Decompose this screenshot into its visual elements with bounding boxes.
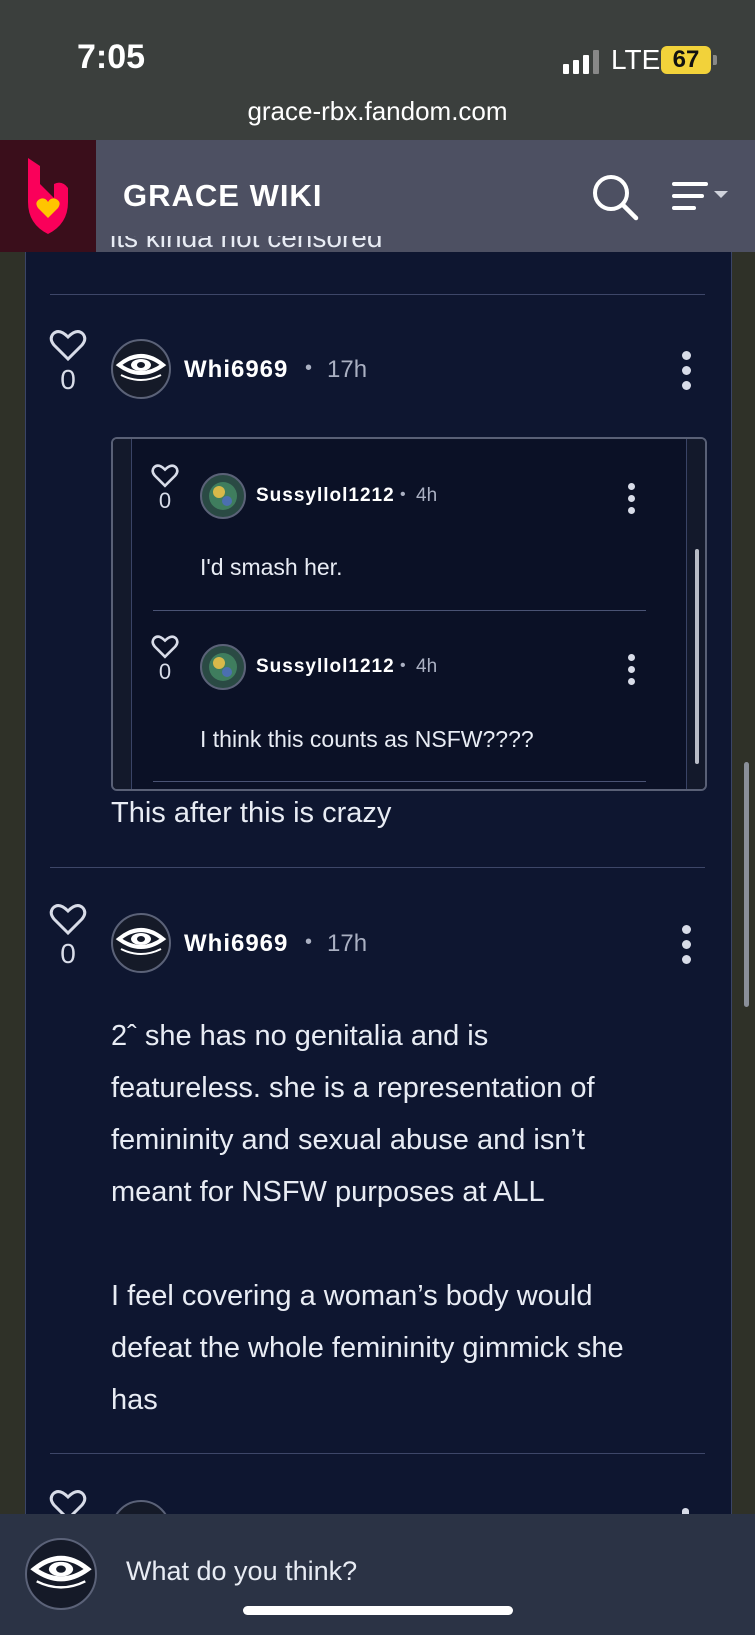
comment-text-line (111, 1218, 711, 1270)
comment-text-line: defeat the whole femininity gimmick she (111, 1332, 624, 1364)
comment-username[interactable]: Whi6969 (184, 930, 288, 958)
menu-icon (672, 182, 728, 210)
fandom-logo-button[interactable] (0, 140, 96, 252)
heart-icon (49, 330, 87, 362)
heart-icon (151, 464, 179, 488)
reply-time: 4h (416, 485, 438, 506)
fandom-logo-icon (28, 158, 68, 234)
signal-icon (563, 50, 599, 74)
kebab-dot (627, 654, 635, 661)
page-background (730, 252, 755, 1514)
avatar-eye-icon (30, 1555, 92, 1589)
kebab-dot (627, 678, 635, 685)
avatar-eye-icon (115, 354, 167, 381)
avatar-eye-icon (115, 928, 167, 955)
kebab-dot (627, 507, 635, 514)
comment-text-line: I feel covering a woman’s body would (111, 1280, 593, 1312)
comment-text-line: has (111, 1384, 158, 1416)
avatar[interactable] (111, 1500, 167, 1514)
comment-username[interactable]: Whi6969 (184, 356, 288, 384)
like-button: 0 (150, 463, 180, 514)
avatar-globe-icon (209, 653, 237, 681)
separator-dot: • (305, 931, 313, 953)
like-count: 0 (60, 938, 76, 969)
comment-divider (50, 294, 705, 295)
kebab-icon (681, 940, 691, 949)
embed-border (113, 439, 132, 789)
search-button[interactable] (590, 172, 640, 222)
comment-text: This after this is crazy (111, 797, 392, 829)
reply-text: I think this counts as NSFW???? (200, 726, 534, 752)
like-button: 0 (150, 634, 180, 685)
kebab-icon (681, 925, 691, 934)
comment-composer[interactable]: What do you think? (0, 1514, 755, 1635)
heart-icon (151, 635, 179, 659)
avatar (200, 644, 246, 690)
comment-options-button[interactable] (679, 925, 693, 964)
home-indicator[interactable] (243, 1606, 513, 1615)
kebab-icon (624, 483, 638, 514)
reply-username: Sussyllol1212 (256, 656, 395, 677)
reply-divider (153, 610, 646, 611)
reply-text: I'd smash her. (200, 554, 343, 580)
heart-icon[interactable] (49, 1488, 87, 1514)
menu-button[interactable] (670, 178, 740, 218)
reply-time: 4h (416, 656, 438, 677)
like-button[interactable]: 0 (48, 902, 88, 970)
avatar (25, 1538, 97, 1610)
avatar[interactable] (111, 339, 171, 399)
battery-icon: 67 (661, 46, 717, 74)
kebab-dot (627, 483, 635, 490)
status-bar: 7:05 LTE 67 grace-rbx.fandom.com (0, 0, 755, 140)
network-label: LTE (611, 44, 661, 75)
comment-options-button[interactable] (679, 351, 693, 390)
avatar-globe-icon (209, 482, 237, 510)
heart-icon (49, 904, 87, 936)
kebab-icon (624, 654, 638, 685)
avatar (200, 473, 246, 519)
embed-scrollbar (695, 549, 699, 764)
like-count: 0 (158, 488, 172, 513)
status-time: 7:05 (77, 38, 146, 76)
browser-url[interactable]: grace-rbx.fandom.com (0, 96, 755, 127)
site-header: GRACE WIKI (0, 140, 755, 252)
comment-text: 2ˆ she has no genitalia and is featurele… (111, 1010, 711, 1426)
reply-username: Sussyllol1212 (256, 485, 395, 506)
kebab-dot (627, 495, 635, 502)
kebab-icon (681, 351, 691, 360)
comment-input[interactable]: What do you think? (126, 1556, 357, 1587)
search-icon (593, 175, 639, 221)
like-count: 0 (60, 364, 76, 395)
comment-text-line: femininity and sexual abuse and isn’t (111, 1124, 585, 1156)
site-title[interactable]: GRACE WIKI (123, 178, 322, 214)
page-background (0, 252, 25, 1514)
comment-text-line: 2ˆ she has no genitalia and is (111, 1020, 489, 1052)
comment-divider (50, 867, 705, 868)
like-button[interactable]: 0 (48, 328, 88, 396)
kebab-icon (681, 366, 691, 375)
reply-divider (153, 781, 646, 782)
avatar[interactable] (111, 913, 171, 973)
like-count: 0 (158, 659, 172, 684)
separator-dot: • (400, 657, 406, 674)
comment-text-line: meant for NSFW purposes at ALL (111, 1176, 545, 1208)
comment-divider (50, 1453, 705, 1454)
comment-time: 17h (327, 356, 368, 383)
separator-dot: • (305, 357, 313, 379)
comment-time: 17h (327, 930, 368, 957)
kebab-icon (681, 955, 691, 964)
embedded-replies-image: 0 Sussyllol1212 • 4h I'd smash her. 0 Su… (111, 437, 707, 791)
kebab-icon (681, 381, 691, 390)
kebab-dot (627, 666, 635, 673)
page-scrollbar[interactable] (744, 762, 749, 1007)
separator-dot: • (400, 486, 406, 503)
comment-text-line: featureless. she is a representation of (111, 1072, 595, 1104)
